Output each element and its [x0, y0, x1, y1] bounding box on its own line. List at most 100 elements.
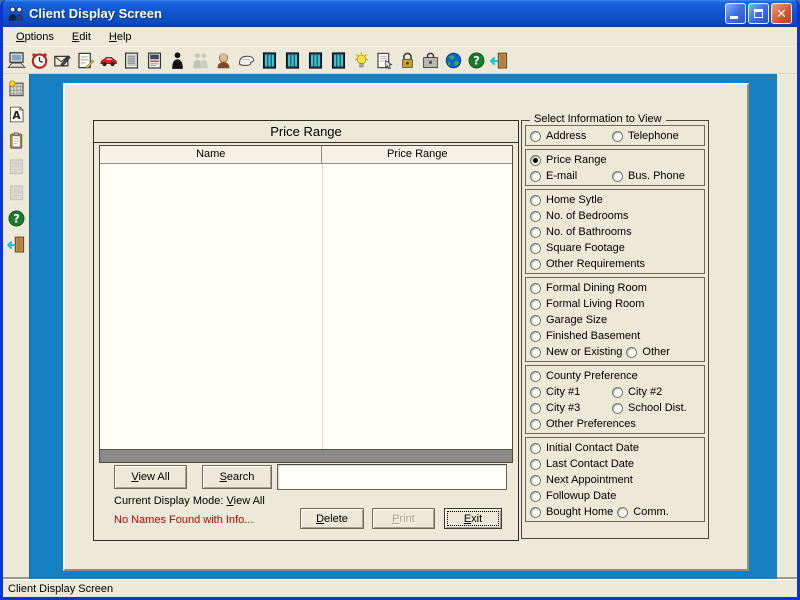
radio-county-preference[interactable]: County Preference	[530, 370, 638, 382]
menu-options[interactable]: Options	[7, 29, 63, 45]
grid-calculator-icon[interactable]	[5, 76, 27, 100]
radio-initial-contact-date[interactable]: Initial Contact Date	[530, 442, 639, 454]
chest-icon[interactable]	[419, 48, 441, 72]
padlock-icon[interactable]	[396, 48, 418, 72]
radio-button-icon[interactable]	[530, 347, 541, 358]
radio-formal-dining-room[interactable]: Formal Dining Room	[530, 282, 647, 294]
radio-button-icon[interactable]	[530, 403, 541, 414]
radio-button-icon[interactable]	[530, 299, 541, 310]
radio-last-contact-date[interactable]: Last Contact Date	[530, 458, 634, 470]
window-icon[interactable]	[281, 48, 303, 72]
radio-button-icon[interactable]	[617, 507, 628, 518]
radio-city-1[interactable]: City #1	[530, 386, 612, 398]
radio-e-mail[interactable]: E-mail	[530, 170, 612, 182]
radio-new-or-existing[interactable]: New or Existing	[530, 346, 626, 358]
search-input[interactable]	[277, 464, 507, 490]
people-icon	[189, 48, 211, 72]
radio-bus-phone[interactable]: Bus. Phone	[612, 170, 685, 182]
radio-comm[interactable]: Comm.	[617, 506, 668, 518]
radio-home-sytle[interactable]: Home Sytle	[530, 194, 603, 206]
radio-bought-home[interactable]: Bought Home	[530, 506, 617, 518]
font-page-icon[interactable]: A	[5, 102, 27, 126]
search-button[interactable]: Search	[202, 465, 272, 489]
radio-button-icon[interactable]	[530, 131, 541, 142]
radio-button-icon[interactable]	[612, 131, 623, 142]
view-all-button[interactable]: View All	[114, 465, 187, 489]
radio-button-icon[interactable]	[530, 211, 541, 222]
page-pointer-icon[interactable]	[373, 48, 395, 72]
alarm-clock-icon[interactable]	[28, 48, 50, 72]
notepad-icon[interactable]	[74, 48, 96, 72]
radio-other-preferences[interactable]: Other Preferences	[530, 418, 636, 430]
help-icon[interactable]: ?	[5, 206, 27, 230]
radio-finished-basement[interactable]: Finished Basement	[530, 330, 640, 342]
radio-button-icon[interactable]	[612, 171, 623, 182]
client-list[interactable]	[100, 164, 512, 449]
window-icon[interactable]	[327, 48, 349, 72]
horizontal-scrollbar[interactable]	[100, 449, 512, 462]
radio-garage-size[interactable]: Garage Size	[530, 314, 607, 326]
radio-formal-living-room[interactable]: Formal Living Room	[530, 298, 644, 310]
radio-button-icon[interactable]	[530, 371, 541, 382]
radio-button-icon[interactable]	[612, 403, 623, 414]
radio-button-icon[interactable]	[530, 243, 541, 254]
photo-document-icon[interactable]	[143, 48, 165, 72]
radio-button-icon[interactable]	[626, 347, 637, 358]
person-icon[interactable]	[166, 48, 188, 72]
exit-button[interactable]: Exit	[444, 508, 502, 529]
column-header-name[interactable]: Name	[100, 146, 322, 163]
radio-price-range[interactable]: Price Range	[530, 154, 607, 166]
portrait-icon[interactable]	[212, 48, 234, 72]
radio-no-of-bathrooms[interactable]: No. of Bathrooms	[530, 226, 632, 238]
menu-edit[interactable]: Edit	[63, 29, 100, 45]
radio-followup-date[interactable]: Followup Date	[530, 490, 616, 502]
exit-door-icon[interactable]	[5, 232, 27, 256]
radio-button-icon[interactable]	[530, 331, 541, 342]
radio-button-icon[interactable]	[530, 507, 541, 518]
radio-next-appointment[interactable]: Next Appointment	[530, 474, 633, 486]
radio-button-icon[interactable]	[530, 283, 541, 294]
radio-button-icon[interactable]	[530, 171, 541, 182]
close-button[interactable]: ✕	[771, 3, 792, 24]
clipboard-icon[interactable]	[5, 128, 27, 152]
delete-button[interactable]: Delete	[300, 508, 364, 529]
radio-button-icon[interactable]	[612, 387, 623, 398]
menu-help[interactable]: Help	[100, 29, 141, 45]
radio-square-footage[interactable]: Square Footage	[530, 242, 625, 254]
radio-other[interactable]: Other	[626, 346, 670, 358]
window-icon[interactable]	[258, 48, 280, 72]
radio-address[interactable]: Address	[530, 130, 612, 142]
radio-button-icon[interactable]	[530, 155, 541, 166]
radio-no-of-bedrooms[interactable]: No. of Bedrooms	[530, 210, 629, 222]
radio-button-icon[interactable]	[530, 459, 541, 470]
column-header-price-range[interactable]: Price Range	[322, 146, 512, 163]
radio-button-icon[interactable]	[530, 195, 541, 206]
framed-document-icon[interactable]	[120, 48, 142, 72]
car-icon[interactable]	[97, 48, 119, 72]
radio-button-icon[interactable]	[530, 443, 541, 454]
radio-button-icon[interactable]	[530, 419, 541, 430]
maximize-button[interactable]	[748, 3, 769, 24]
globe-icon[interactable]	[442, 48, 464, 72]
horn-icon[interactable]	[235, 48, 257, 72]
radio-button-icon[interactable]	[530, 491, 541, 502]
radio-city-3[interactable]: City #3	[530, 402, 612, 414]
minimize-button[interactable]	[725, 3, 746, 24]
radio-city-2[interactable]: City #2	[612, 386, 662, 398]
radio-button-icon[interactable]	[530, 227, 541, 238]
client-area: A? Price Range Name Price Range View All…	[3, 74, 797, 579]
radio-telephone[interactable]: Telephone	[612, 130, 679, 142]
radio-school-dist[interactable]: School Dist.	[612, 402, 687, 414]
computer-icon[interactable]	[5, 48, 27, 72]
radio-other-requirements[interactable]: Other Requirements	[530, 258, 645, 270]
radio-button-icon[interactable]	[530, 315, 541, 326]
radio-button-icon[interactable]	[530, 259, 541, 270]
exit-door-icon[interactable]	[488, 48, 510, 72]
lightbulb-icon[interactable]	[350, 48, 372, 72]
window-icon[interactable]	[304, 48, 326, 72]
help-icon[interactable]: ?	[465, 48, 487, 72]
mail-pen-icon[interactable]	[51, 48, 73, 72]
radio-button-icon[interactable]	[530, 387, 541, 398]
title-bar[interactable]: Client Display Screen ✕	[3, 0, 797, 27]
radio-button-icon[interactable]	[530, 475, 541, 486]
